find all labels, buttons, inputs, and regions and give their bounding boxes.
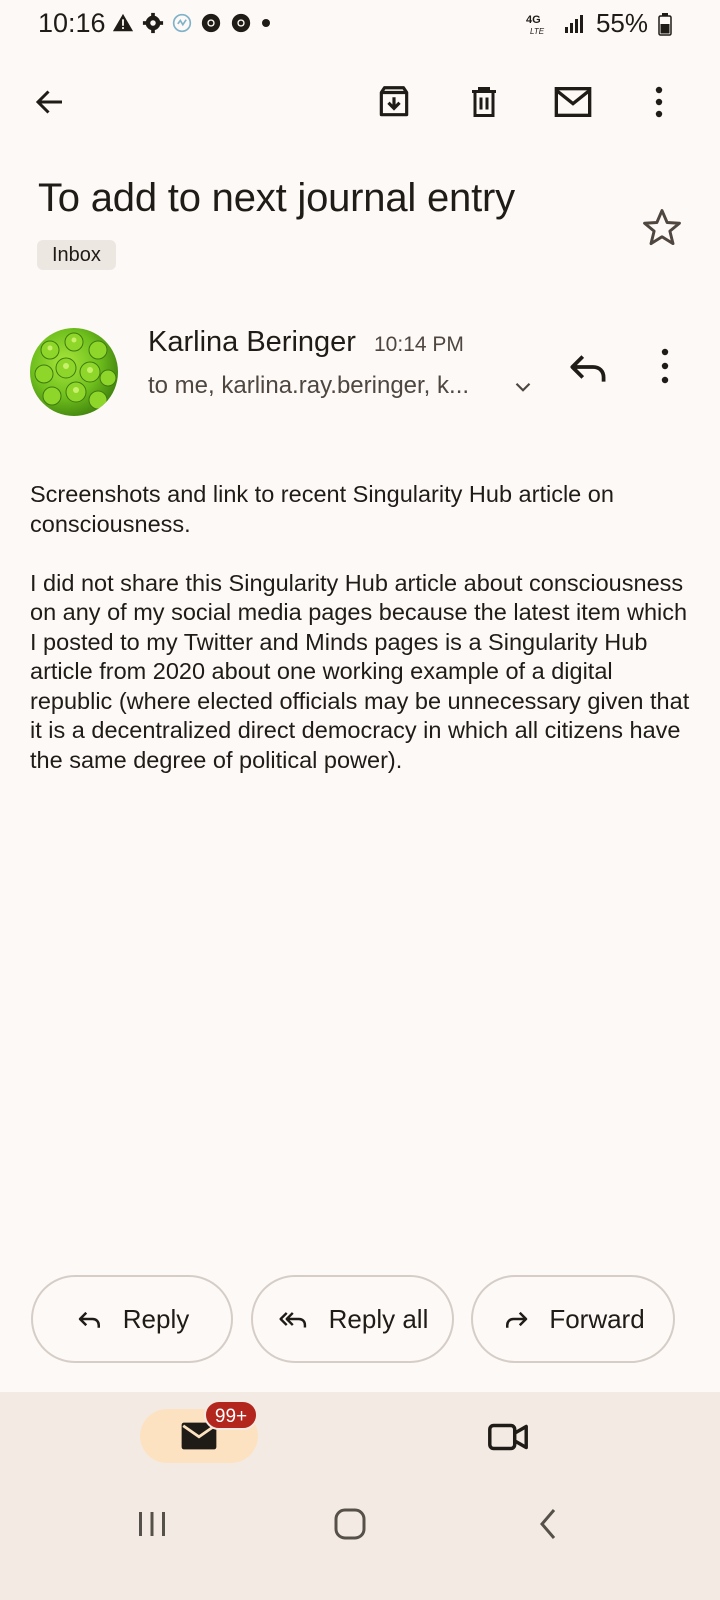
chrome-icon: [231, 13, 251, 33]
recent-apps-icon: [139, 1512, 165, 1536]
status-notification-icons: [112, 12, 272, 34]
system-back-button[interactable]: [518, 1500, 578, 1548]
meet-tab[interactable]: [485, 1414, 531, 1460]
recipients-summary[interactable]: to me, karlina.ray.beringer, k...: [148, 372, 469, 400]
reply-icon: [570, 355, 606, 382]
svg-text:4G: 4G: [526, 14, 541, 26]
forward-icon: [506, 1311, 528, 1328]
body-paragraph: Screenshots and link to recent Singulari…: [30, 481, 614, 537]
archive-icon: [379, 86, 409, 117]
settings-gear-icon: [142, 12, 164, 34]
chevron-down-icon: [515, 382, 531, 392]
reply-all-button[interactable]: Reply all: [251, 1275, 454, 1363]
forward-button[interactable]: Forward: [471, 1275, 675, 1363]
status-right-group: 4G LTE 55%: [526, 8, 672, 39]
mark-unread-button[interactable]: [545, 74, 601, 130]
delete-button[interactable]: [456, 74, 512, 130]
app-notification-icon: [172, 13, 192, 33]
sender-avatar[interactable]: [30, 328, 118, 416]
reply-icon: [78, 1311, 100, 1328]
reply-all-icon: [279, 1312, 306, 1328]
signal-icon: [564, 14, 583, 33]
message-more-button[interactable]: [645, 342, 685, 392]
email-subject: To add to next journal entry: [38, 176, 515, 220]
network-4g-lte-icon: 4GLTE: [526, 14, 545, 36]
battery-icon: [658, 12, 672, 36]
arrow-left-icon: [35, 90, 62, 114]
star-icon: [643, 209, 681, 246]
warning-icon: [112, 13, 134, 32]
reply-label: Reply: [122, 1303, 190, 1334]
status-time: 10:16: [38, 8, 106, 38]
more-notifications-dot-icon: [262, 19, 270, 27]
email-time: 10:14 PM: [374, 333, 464, 356]
back-button[interactable]: [22, 74, 78, 130]
home-button[interactable]: [320, 1500, 380, 1548]
more-vertical-icon: [661, 348, 669, 384]
reply-button[interactable]: Reply: [31, 1275, 233, 1363]
battery-percent: 55%: [595, 8, 648, 38]
body-paragraph: I did not share this Singularity Hub art…: [30, 569, 690, 773]
video-camera-icon: [488, 1423, 528, 1451]
svg-text:LTE: LTE: [530, 27, 545, 36]
home-icon: [334, 1508, 366, 1540]
trash-icon: [472, 87, 496, 117]
email-body: Screenshots and link to recent Singulari…: [30, 480, 690, 805]
back-chevron-icon: [540, 1509, 556, 1539]
quick-reply-button[interactable]: [564, 342, 614, 392]
unread-count-badge: 99+: [204, 1400, 258, 1430]
star-button[interactable]: [640, 206, 684, 250]
romanesco-avatar-image: [34, 332, 117, 410]
sender-name[interactable]: Karlina Beringer: [148, 326, 356, 359]
more-vertical-icon: [655, 86, 663, 118]
expand-recipients-button[interactable]: [510, 374, 536, 400]
bottom-navigation: [0, 1392, 720, 1600]
recent-apps-button[interactable]: [122, 1500, 182, 1548]
reply-all-label: Reply all: [328, 1303, 429, 1334]
more-options-button[interactable]: [631, 74, 687, 130]
archive-button[interactable]: [366, 74, 422, 130]
forward-label: Forward: [549, 1303, 645, 1334]
chrome-icon: [201, 13, 221, 33]
inbox-label-chip[interactable]: Inbox: [37, 240, 116, 270]
envelope-icon: [554, 87, 592, 117]
